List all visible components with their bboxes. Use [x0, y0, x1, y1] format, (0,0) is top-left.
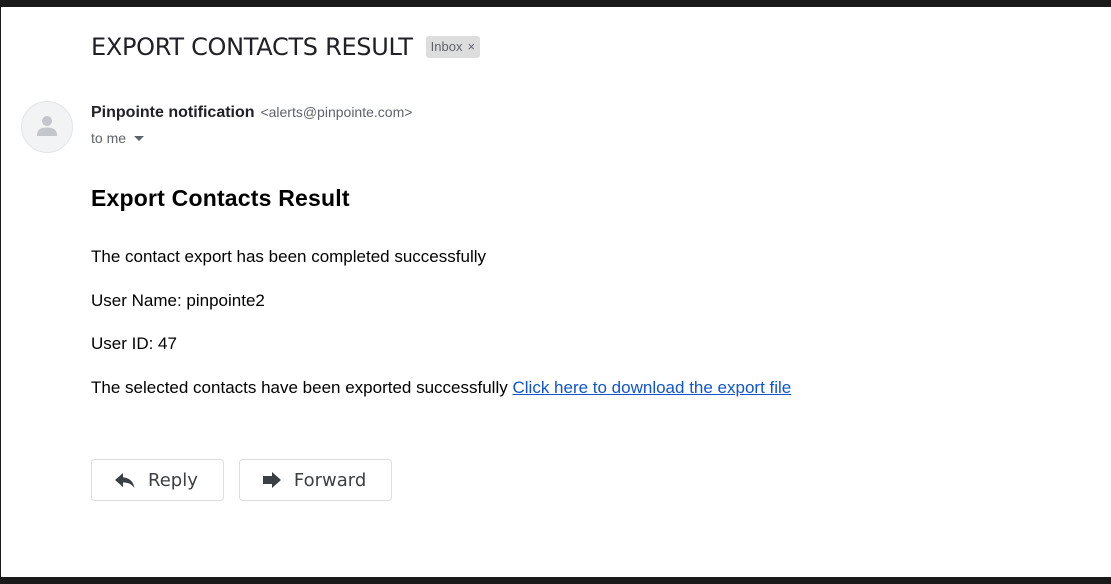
sender-name: Pinpointe notification — [91, 104, 255, 121]
person-icon — [37, 116, 57, 136]
download-link[interactable]: Click here to download the export file — [512, 378, 791, 397]
label-text: Inbox — [430, 39, 463, 54]
chevron-down-icon[interactable] — [134, 136, 145, 141]
content-heading: Export Contacts Result — [91, 185, 350, 211]
forward-button[interactable]: Forward — [238, 459, 393, 501]
forward-label: Forward — [293, 469, 367, 491]
sender-info: Pinpointe notification <alerts@pinpointe… — [91, 104, 412, 122]
email-view: EXPORT CONTACTS RESULT Inbox × Pinpointe… — [1, 7, 1111, 577]
reply-button[interactable]: Reply — [91, 459, 224, 501]
sender-email: <alerts@pinpointe.com> — [260, 104, 413, 120]
recipient-text: to me — [91, 130, 127, 146]
email-body: Export Contacts Result The contact expor… — [91, 185, 1071, 397]
status-line: The contact export has been completed su… — [91, 247, 486, 266]
reply-actions: Reply Forward — [91, 459, 393, 501]
reply-label: Reply — [148, 469, 198, 491]
username-line: User Name: pinpointe2 — [91, 291, 265, 310]
sender-avatar — [21, 101, 73, 153]
forward-icon — [262, 472, 281, 488]
recipient-row[interactable]: to me — [91, 130, 145, 146]
remove-label-icon[interactable]: × — [467, 38, 475, 56]
subject-row: EXPORT CONTACTS RESULT Inbox × — [91, 33, 481, 61]
inbox-label-chip[interactable]: Inbox × — [425, 36, 481, 58]
reply-icon — [115, 473, 135, 488]
email-subject: EXPORT CONTACTS RESULT — [91, 33, 413, 61]
export-line-text: The selected contacts have been exported… — [91, 378, 508, 397]
userid-line: User ID: 47 — [91, 334, 177, 353]
export-line: The selected contacts have been exported… — [91, 378, 791, 398]
